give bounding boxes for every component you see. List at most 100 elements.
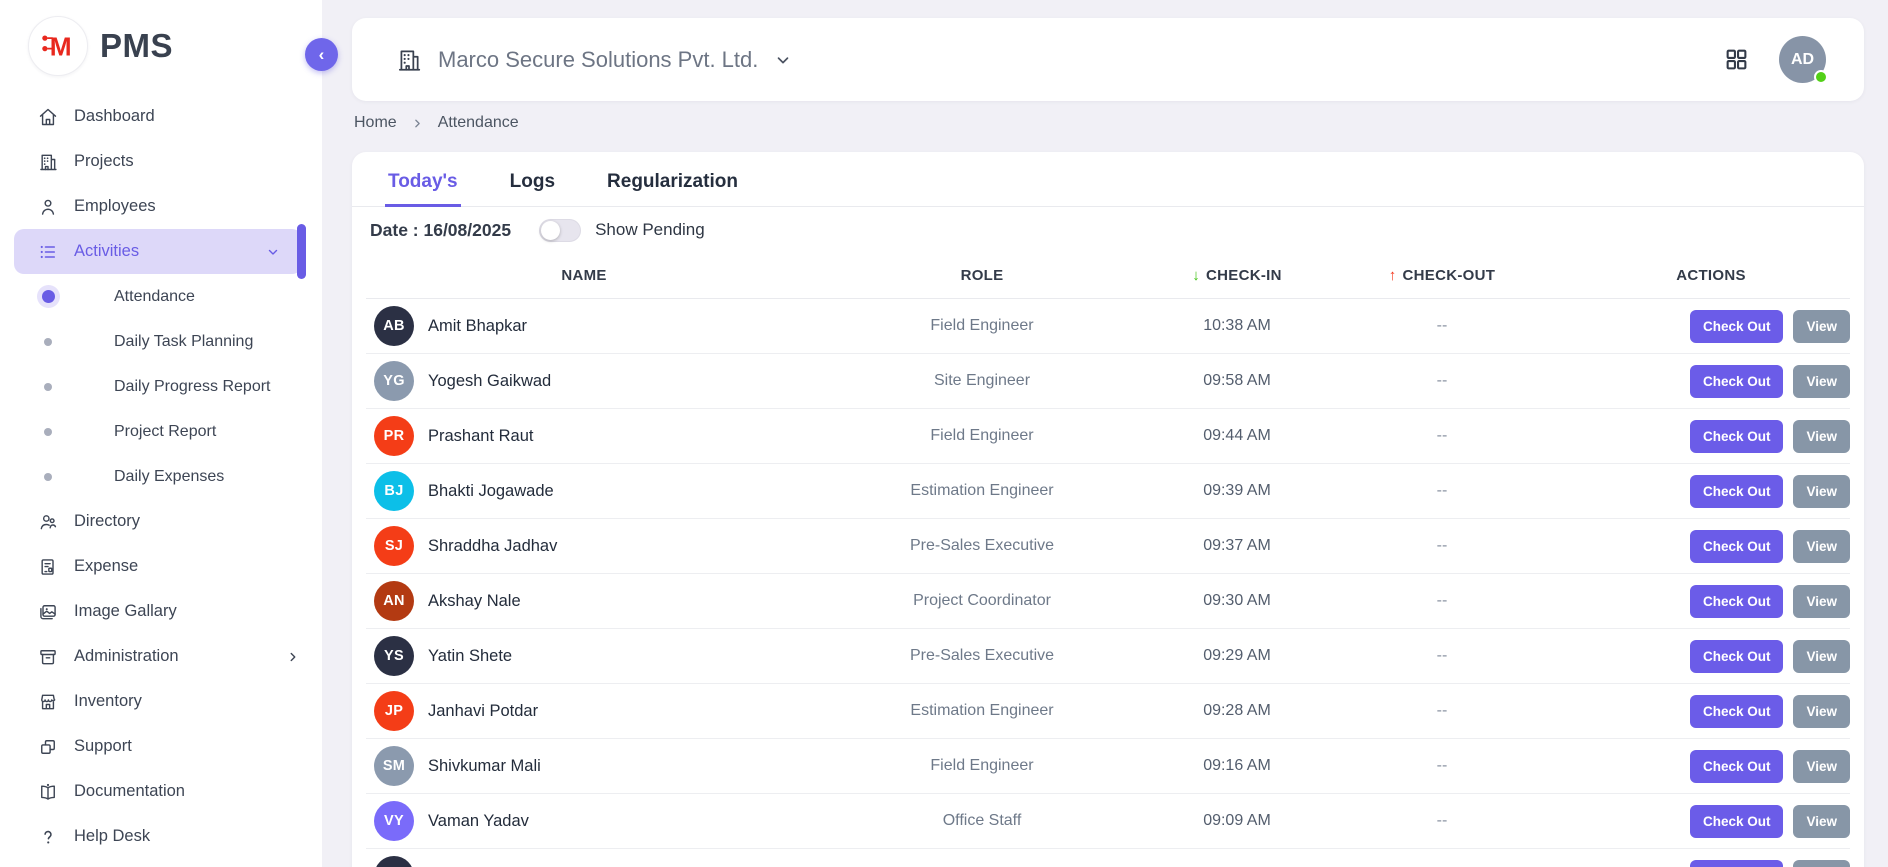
row-actions: Check Out View — [1572, 750, 1850, 783]
check-out-button[interactable]: Check Out — [1690, 365, 1784, 398]
view-button[interactable]: View — [1793, 640, 1850, 673]
chevron-down-icon — [266, 245, 280, 259]
table-header-row: NAME ROLE ↓ CHECK-IN ↑ CHECK-OUT ACTIONS — [366, 253, 1850, 299]
row-actions: Check Out View — [1572, 365, 1850, 398]
bullet-icon — [44, 383, 52, 391]
sidebar-item-image-gallary[interactable]: Image Gallary — [0, 589, 322, 634]
table-body: ABAmit BhapkarField Engineer10:38 AM--Ch… — [366, 299, 1850, 867]
sidebar-item-directory[interactable]: Directory — [0, 499, 322, 544]
sidebar-item-expense[interactable]: Expense — [0, 544, 322, 589]
user-initials: AD — [1791, 51, 1814, 69]
view-button[interactable]: View — [1793, 805, 1850, 838]
avatar-cell: JP — [366, 691, 422, 731]
sidebar-subitem-project-report[interactable]: Project Report — [0, 409, 322, 454]
row-actions: Check Out View — [1572, 640, 1850, 673]
table-row: SJShraddha JadhavPre-Sales Executive09:3… — [366, 519, 1850, 574]
filter-row: Date : 16/08/2025 Show Pending — [352, 207, 1864, 253]
check-in-time: 09:37 AM — [1162, 537, 1312, 555]
home-icon — [38, 107, 58, 127]
sidebar-collapse-button[interactable]: ‹ — [305, 38, 338, 71]
company-logo-icon: M — [28, 16, 88, 76]
bullet-icon — [44, 338, 52, 346]
row-actions: Check Out View — [1572, 860, 1850, 867]
avatar-cell: PR — [366, 416, 422, 456]
sidebar-item-documentation[interactable]: Documentation — [0, 769, 322, 814]
sidebar-subitem-attendance[interactable]: Attendance — [0, 274, 322, 319]
tab-regularization[interactable]: Regularization — [604, 158, 741, 207]
check-out-button[interactable]: Check Out — [1690, 475, 1784, 508]
sidebar-item-administration[interactable]: Administration — [0, 634, 322, 679]
sidebar-item-support[interactable]: Support — [0, 724, 322, 769]
employee-role: Field Engineer — [802, 317, 1162, 335]
view-button[interactable]: View — [1793, 365, 1850, 398]
avatar — [374, 856, 414, 867]
sidebar-item-dashboard[interactable]: Dashboard — [0, 94, 322, 139]
avatar-cell: SJ — [366, 526, 422, 566]
breadcrumb-home[interactable]: Home — [354, 114, 397, 132]
sidebar-subitem-daily-task-planning[interactable]: Daily Task Planning — [0, 319, 322, 364]
user-avatar[interactable]: AD — [1779, 36, 1826, 83]
check-out-button[interactable]: Check Out — [1690, 695, 1784, 728]
column-header-checkin[interactable]: ↓ CHECK-IN — [1162, 267, 1312, 284]
sidebar-item-employees[interactable]: Employees — [0, 184, 322, 229]
chevron-right-icon — [286, 650, 300, 664]
sidebar-subitem-label: Daily Expenses — [114, 468, 224, 486]
apps-grid-icon[interactable] — [1724, 47, 1749, 72]
check-out-button[interactable]: Check Out — [1690, 640, 1784, 673]
view-button[interactable]: View — [1793, 860, 1850, 867]
tab-logs[interactable]: Logs — [507, 158, 558, 207]
bullet-icon — [44, 473, 52, 481]
column-header-name: NAME — [366, 267, 802, 284]
check-out-button[interactable]: Check Out — [1690, 530, 1784, 563]
check-out-time: -- — [1312, 592, 1572, 610]
sidebar-item-projects[interactable]: Projects — [0, 139, 322, 184]
sidebar-subitem-daily-expenses[interactable]: Daily Expenses — [0, 454, 322, 499]
bullet-icon — [44, 428, 52, 436]
sidebar-item-label: Directory — [74, 512, 140, 531]
table-row: Check Out View — [366, 849, 1850, 867]
view-button[interactable]: View — [1793, 585, 1850, 618]
toggle-knob — [541, 221, 560, 240]
check-in-time: 09:30 AM — [1162, 592, 1312, 610]
check-out-button[interactable]: Check Out — [1690, 860, 1784, 867]
row-actions: Check Out View — [1572, 310, 1850, 343]
app-title: PMS — [100, 27, 173, 65]
tab-todays[interactable]: Today's — [385, 158, 461, 207]
sidebar-item-inventory[interactable]: Inventory — [0, 679, 322, 724]
avatar-cell: AN — [366, 581, 422, 621]
avatar-cell — [366, 856, 422, 867]
employee-role: Field Engineer — [802, 757, 1162, 775]
view-button[interactable]: View — [1793, 750, 1850, 783]
check-out-button[interactable]: Check Out — [1690, 420, 1784, 453]
avatar: SJ — [374, 526, 414, 566]
employee-name: Amit Bhapkar — [422, 317, 802, 336]
view-button[interactable]: View — [1793, 310, 1850, 343]
view-button[interactable]: View — [1793, 695, 1850, 728]
check-out-time: -- — [1312, 537, 1572, 555]
show-pending-toggle[interactable] — [539, 219, 581, 242]
avatar: YG — [374, 361, 414, 401]
sidebar-subitem-label: Daily Task Planning — [114, 333, 253, 351]
building-icon — [396, 47, 422, 73]
column-header-checkout[interactable]: ↑ CHECK-OUT — [1312, 267, 1572, 284]
table-row: SMShivkumar MaliField Engineer09:16 AM--… — [366, 739, 1850, 794]
check-out-button[interactable]: Check Out — [1690, 805, 1784, 838]
view-button[interactable]: View — [1793, 420, 1850, 453]
row-actions: Check Out View — [1572, 805, 1850, 838]
sidebar-subitem-label: Project Report — [114, 423, 216, 441]
view-button[interactable]: View — [1793, 475, 1850, 508]
check-in-time: 10:38 AM — [1162, 317, 1312, 335]
employee-name: Shivkumar Mali — [422, 757, 802, 776]
check-out-time: -- — [1312, 702, 1572, 720]
table-row: VYVaman YadavOffice Staff09:09 AM--Check… — [366, 794, 1850, 849]
check-out-button[interactable]: Check Out — [1690, 310, 1784, 343]
employee-name: Yogesh Gaikwad — [422, 372, 802, 391]
sidebar-item-help-desk[interactable]: Help Desk — [0, 814, 322, 859]
view-button[interactable]: View — [1793, 530, 1850, 563]
check-out-button[interactable]: Check Out — [1690, 750, 1784, 783]
check-out-button[interactable]: Check Out — [1690, 585, 1784, 618]
check-out-time: -- — [1312, 812, 1572, 830]
sidebar-subitem-daily-progress-report[interactable]: Daily Progress Report — [0, 364, 322, 409]
sidebar-item-activities[interactable]: Activities — [14, 229, 302, 274]
company-selector[interactable]: Marco Secure Solutions Pvt. Ltd. — [396, 47, 792, 73]
